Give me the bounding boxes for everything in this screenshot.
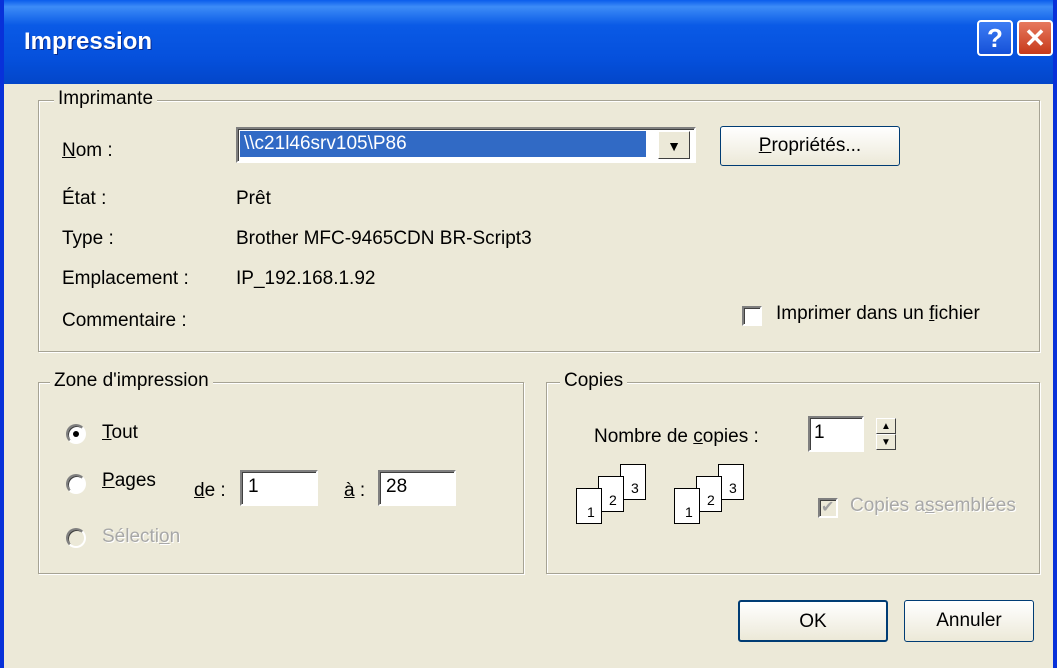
collate-checkbox[interactable]: ✔ (818, 498, 838, 518)
radio-selection[interactable] (66, 528, 86, 548)
chevron-down-icon: ▼ (881, 437, 891, 448)
location-label: Emplacement : (62, 268, 189, 289)
page-icon: 1 (674, 488, 700, 524)
type-value: Brother MFC-9465CDN BR-Script3 (236, 228, 532, 249)
properties-button[interactable]: Propriétés... (720, 126, 900, 166)
chevron-down-icon: ▼ (667, 138, 681, 154)
printer-name-combobox[interactable]: \\c21l46srv105\P86 ▼ (236, 127, 696, 163)
from-page-input[interactable]: 1 (240, 470, 318, 506)
copies-count-label: Nombre de copies : (594, 426, 759, 447)
location-value: IP_192.168.1.92 (236, 268, 376, 289)
collate-illustration: 3 2 1 3 2 1 (572, 462, 752, 542)
title-bar[interactable]: Impression ? ✕ (4, 0, 1053, 84)
copies-spin-down[interactable]: ▼ (876, 434, 896, 450)
help-button[interactable]: ? (977, 20, 1013, 56)
print-to-file-checkbox[interactable] (742, 306, 762, 326)
printer-group-label: Imprimante (54, 88, 158, 110)
printer-name-label: Nom : (62, 140, 113, 161)
chevron-up-icon: ▲ (881, 421, 891, 432)
status-value: Prêt (236, 188, 271, 209)
radio-all-label[interactable]: Tout (102, 422, 138, 444)
print-to-file-label[interactable]: Imprimer dans un fichier (776, 303, 980, 325)
status-label: État : (62, 188, 107, 209)
to-label: à : (344, 480, 366, 501)
close-icon: ✕ (1024, 23, 1046, 53)
page-icon: 1 (576, 488, 602, 524)
copies-group-label: Copies (560, 370, 628, 392)
check-icon: ✔ (821, 499, 835, 516)
radio-all[interactable] (66, 424, 86, 444)
print-dialog: Impression ? ✕ Imprimante Nom : \\c21l46… (0, 0, 1057, 668)
copies-spin-up[interactable]: ▲ (876, 418, 896, 434)
print-range-group-label: Zone d'impression (50, 370, 213, 392)
radio-pages-label[interactable]: Pages (102, 470, 156, 492)
printer-name-value: \\c21l46srv105\P86 (240, 131, 646, 157)
collate-label[interactable]: Copies assemblées (850, 495, 1016, 517)
ok-button[interactable]: OK (738, 600, 888, 642)
cancel-button[interactable]: Annuler (904, 600, 1034, 642)
combo-dropdown-button[interactable]: ▼ (658, 131, 690, 159)
radio-selection-label[interactable]: Sélection (102, 526, 180, 548)
copies-count-input[interactable]: 1 (808, 416, 864, 452)
radio-pages[interactable] (66, 474, 86, 494)
help-icon: ? (987, 23, 1003, 53)
radio-selected-dot (73, 431, 79, 437)
to-page-input[interactable]: 28 (378, 470, 456, 506)
window-title: Impression (24, 28, 153, 55)
close-button[interactable]: ✕ (1017, 20, 1053, 56)
comment-label: Commentaire : (62, 310, 187, 331)
type-label: Type : (62, 228, 114, 249)
from-label: de : (194, 480, 226, 501)
